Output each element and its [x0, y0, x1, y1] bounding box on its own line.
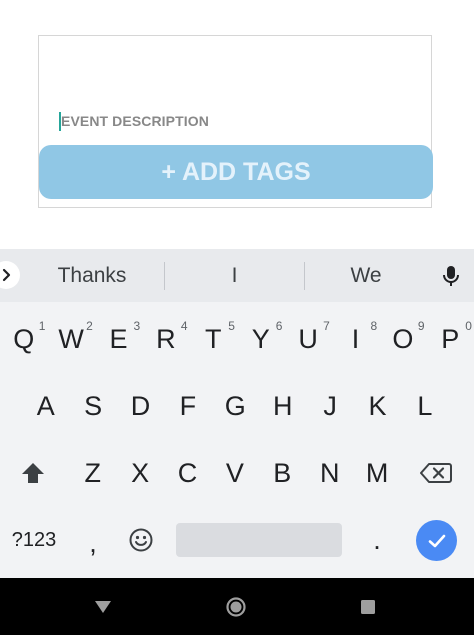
suggestion-bar: Thanks I We: [0, 249, 474, 302]
chevron-right-icon[interactable]: [0, 261, 20, 289]
comma-key[interactable]: ,: [72, 517, 114, 569]
key-a[interactable]: A: [22, 380, 69, 432]
back-icon[interactable]: [91, 595, 115, 619]
enter-key[interactable]: [416, 520, 457, 561]
event-description-placeholder: EVENT DESCRIPTION: [61, 113, 209, 129]
key-number-hint: 3: [133, 319, 141, 333]
key-number-hint: 2: [86, 319, 93, 333]
event-form-card: EVENT DESCRIPTION + ADD TAGS: [38, 35, 433, 208]
key-label: I: [351, 323, 360, 354]
key-label: U: [298, 323, 318, 354]
key-v[interactable]: V: [211, 447, 258, 499]
key-number-hint: 1: [38, 319, 46, 333]
shift-key[interactable]: [10, 447, 56, 499]
key-m[interactable]: M: [353, 447, 400, 499]
key-label: T: [205, 323, 222, 354]
event-description-field[interactable]: EVENT DESCRIPTION: [59, 110, 209, 132]
key-l[interactable]: L: [401, 380, 448, 432]
key-label: Y: [251, 323, 270, 354]
key-number-hint: 6: [275, 319, 283, 333]
key-i[interactable]: I8: [332, 313, 379, 365]
key-u[interactable]: U7: [284, 313, 331, 365]
key-label: P: [441, 323, 460, 354]
key-o[interactable]: O9: [379, 313, 426, 365]
key-x[interactable]: X: [116, 447, 163, 499]
key-number-hint: 7: [323, 319, 330, 333]
key-t[interactable]: T5: [190, 313, 237, 365]
emoji-key[interactable]: [120, 514, 162, 566]
suggestion-3[interactable]: We: [305, 249, 427, 302]
backspace-key[interactable]: [412, 447, 460, 499]
key-f[interactable]: F: [164, 380, 211, 432]
key-d[interactable]: D: [117, 380, 164, 432]
shift-icon: [22, 463, 44, 483]
period-key[interactable]: .: [356, 514, 398, 566]
key-e[interactable]: E3: [95, 313, 142, 365]
key-y[interactable]: Y6: [237, 313, 284, 365]
soft-keyboard: Thanks I We Q1W2E3R4T5Y6U7I8O9P0 ASDFGHJ…: [0, 249, 474, 578]
suggestion-1[interactable]: Thanks: [20, 249, 164, 302]
emoji-icon: [129, 528, 153, 552]
key-g[interactable]: G: [212, 380, 259, 432]
key-z[interactable]: Z: [69, 447, 116, 499]
key-number-hint: 4: [180, 319, 188, 333]
key-s[interactable]: S: [69, 380, 116, 432]
key-j[interactable]: J: [306, 380, 353, 432]
checkmark-icon: [428, 534, 445, 547]
key-q[interactable]: Q1: [0, 313, 47, 365]
key-number-hint: 0: [465, 319, 472, 333]
key-number-hint: 9: [417, 319, 425, 333]
key-p[interactable]: P0: [427, 313, 474, 365]
home-icon[interactable]: [224, 595, 248, 619]
key-label: Q: [13, 323, 35, 354]
microphone-icon[interactable]: [438, 263, 464, 289]
key-r[interactable]: R4: [142, 313, 189, 365]
key-w[interactable]: W2: [47, 313, 94, 365]
key-number-hint: 5: [228, 319, 235, 333]
screen: EVENT DESCRIPTION + ADD TAGS Thanks I We: [0, 0, 474, 635]
key-number-hint: 8: [370, 319, 378, 333]
key-h[interactable]: H: [259, 380, 306, 432]
key-b[interactable]: B: [259, 447, 306, 499]
key-label: O: [392, 323, 414, 354]
key-label: E: [109, 323, 128, 354]
key-k[interactable]: K: [354, 380, 401, 432]
backspace-icon: [420, 463, 452, 483]
suggestion-2[interactable]: I: [165, 249, 304, 302]
recents-icon[interactable]: [356, 595, 380, 619]
system-navigation-bar: [0, 578, 474, 635]
key-n[interactable]: N: [306, 447, 353, 499]
key-c[interactable]: C: [164, 447, 211, 499]
add-tags-button[interactable]: + ADD TAGS: [39, 145, 433, 199]
space-key[interactable]: [176, 523, 342, 557]
key-label: R: [156, 323, 176, 354]
key-label: W: [58, 323, 84, 354]
symbols-key[interactable]: ?123: [4, 514, 64, 566]
